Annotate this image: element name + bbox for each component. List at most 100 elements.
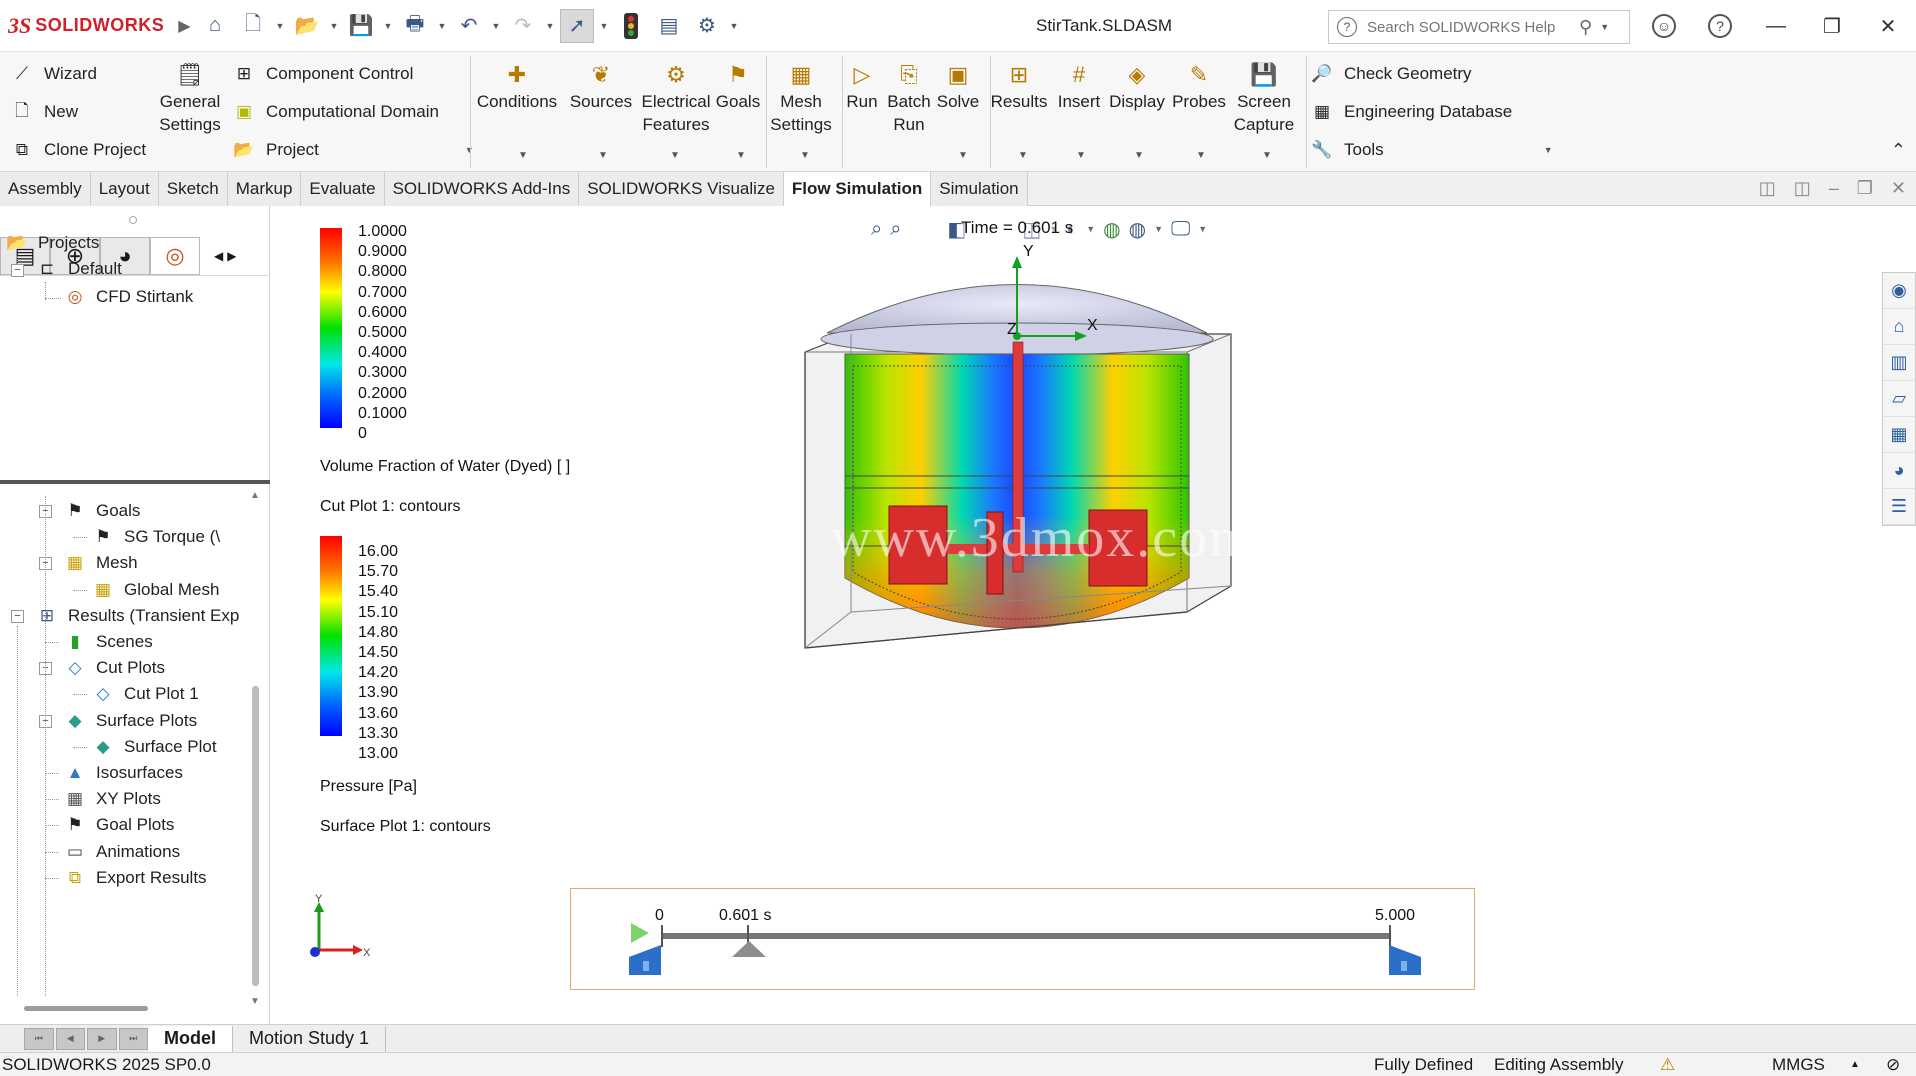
ribbon-check-geometry[interactable]: 🔎 Check Geometry: [1310, 59, 1471, 89]
chevron-down-icon[interactable]: ▼: [1134, 150, 1144, 161]
chevron-down-icon[interactable]: ▼: [800, 150, 810, 161]
chevron-down-icon[interactable]: ▼: [1076, 150, 1086, 161]
design-library-icon[interactable]: ▥: [1883, 345, 1915, 381]
chevron-down-icon[interactable]: ▼: [328, 21, 340, 31]
restore-icon[interactable]: ❐: [1857, 178, 1873, 199]
ribbon-mesh-button[interactable]: ▦ Mesh Settings: [766, 58, 836, 136]
home-icon[interactable]: ⌂: [1883, 309, 1915, 345]
tree-node-cfd-stirtank[interactable]: ◎ CFD Stirtank: [62, 282, 194, 312]
timeline-end-handle[interactable]: [1389, 945, 1421, 975]
tree-expander[interactable]: −: [11, 609, 24, 623]
chevron-left-icon[interactable]: ◀: [214, 249, 223, 263]
chevron-down-icon[interactable]: ▼: [1196, 150, 1206, 161]
tab-motion-study-1[interactable]: Motion Study 1: [233, 1025, 387, 1052]
home-icon[interactable]: ⌂: [198, 9, 232, 43]
tab-markup[interactable]: Markup: [227, 172, 302, 206]
scroll-down-icon[interactable]: ▼: [250, 996, 260, 1007]
custom-properties-icon[interactable]: ☰: [1883, 489, 1915, 525]
chevron-down-icon[interactable]: ▼: [518, 150, 528, 161]
status-units[interactable]: MMGS: [1772, 1055, 1825, 1075]
play-icon[interactable]: [631, 923, 649, 943]
timeline-track[interactable]: [661, 933, 1391, 939]
solidworks-resources-icon[interactable]: ◉: [1883, 273, 1915, 309]
ribbon-clone-project[interactable]: ⧉ Clone Project: [10, 135, 146, 165]
timeline-start-handle[interactable]: [629, 945, 661, 975]
ribbon-component-control[interactable]: ⊞ Component Control: [232, 59, 414, 89]
ribbon-wizard[interactable]: ⟋ Wizard: [10, 59, 97, 89]
first-tab-icon[interactable]: ⏮: [24, 1027, 54, 1050]
minimize-icon[interactable]: —: [1748, 0, 1804, 52]
help-search-input[interactable]: [1367, 18, 1577, 36]
help-icon[interactable]: ?: [1692, 0, 1748, 52]
solidworks-logo[interactable]: 3S SOLIDWORKS ▶: [8, 13, 191, 39]
next-tab-icon[interactable]: ▶: [87, 1027, 117, 1050]
graphics-area[interactable]: 1.0000 0.9000 0.8000 0.7000 0.6000 0.5000 0.40…: [271, 206, 1916, 1024]
tab-evaluate[interactable]: Evaluate: [301, 172, 385, 206]
save-icon[interactable]: 💾: [344, 9, 378, 43]
ribbon-sources-button[interactable]: ❦ Sources: [566, 58, 636, 113]
rebuild-warning-icon[interactable]: ⚠: [1660, 1055, 1675, 1075]
chevron-down-icon[interactable]: ▼: [670, 150, 680, 161]
ribbon-new[interactable]: 🗋 New: [10, 97, 78, 127]
stir-tank-model[interactable]: Y X Z: [801, 206, 1281, 666]
ribbon-computational-domain[interactable]: ▣ Computational Domain: [232, 97, 439, 127]
chevron-down-icon[interactable]: ▼: [436, 21, 448, 31]
file-properties-icon[interactable]: ▤: [652, 9, 686, 43]
ribbon-insert-button[interactable]: # Insert: [1054, 58, 1104, 113]
ribbon-engineering-database[interactable]: ▦ Engineering Database: [1310, 97, 1512, 127]
ribbon-project[interactable]: 📂Project ▼: [232, 135, 473, 165]
ribbon-probes-button[interactable]: ✎ Probes: [1170, 58, 1228, 113]
chevron-down-icon[interactable]: ▼: [1544, 145, 1553, 155]
close-icon[interactable]: ✕: [1891, 178, 1906, 199]
ribbon-goals-button[interactable]: ⚑ Goals: [710, 58, 766, 113]
undo-icon[interactable]: ↶: [452, 9, 486, 43]
options-gear-icon[interactable]: ⚙: [690, 9, 724, 43]
open-folder-icon[interactable]: 📂: [290, 9, 324, 43]
ribbon-display-button[interactable]: ◈ Display: [1106, 58, 1168, 113]
chevron-down-icon[interactable]: ▼: [274, 21, 286, 31]
tab-solidworks-visualize[interactable]: SOLIDWORKS Visualize: [579, 172, 784, 206]
panel-pin-icon[interactable]: [129, 216, 137, 224]
collapse-ribbon-icon[interactable]: ⌃: [1891, 140, 1906, 161]
ribbon-general-settings[interactable]: 🗒 General Settings: [156, 58, 224, 136]
rebuild-traffic-light-icon[interactable]: [614, 9, 648, 43]
ribbon-run-button[interactable]: ▷ Run: [842, 58, 882, 113]
ribbon-results-button[interactable]: ⊞ Results: [990, 58, 1048, 113]
chevron-down-icon[interactable]: ▼: [1600, 22, 1609, 32]
panel-right-icon[interactable]: ◫: [1794, 178, 1811, 199]
panel-left-icon[interactable]: ◫: [1759, 178, 1776, 199]
tab-assembly[interactable]: Assembly: [0, 172, 91, 206]
expand-menu-icon[interactable]: ▶: [178, 16, 190, 36]
panel-splitter[interactable]: [0, 480, 270, 484]
chevron-down-icon[interactable]: ▼: [958, 150, 968, 161]
chevron-down-icon[interactable]: ▼: [490, 21, 502, 31]
chevron-right-icon[interactable]: ▶: [227, 249, 236, 263]
chevron-down-icon[interactable]: ▼: [598, 150, 608, 161]
ribbon-electrical-button[interactable]: ⚙ Electrical Features: [636, 58, 716, 136]
ribbon-batch-button[interactable]: ⎘ Batch Run: [886, 58, 932, 136]
tree-node-export-results[interactable]: ⧉ Export Results: [62, 863, 207, 893]
tab-sketch[interactable]: Sketch: [158, 172, 228, 206]
tree-vertical-scrollbar[interactable]: ▲ ▼: [250, 490, 262, 1007]
select-pointer-icon[interactable]: ➚: [560, 8, 594, 43]
tab-simulation[interactable]: Simulation: [931, 172, 1028, 206]
ribbon-screen-capture-button[interactable]: 💾 Screen Capture: [1230, 58, 1298, 136]
chevron-down-icon[interactable]: ▼: [598, 21, 610, 31]
search-icon[interactable]: ⚲: [1579, 17, 1592, 38]
prev-tab-icon[interactable]: ◀: [55, 1027, 85, 1050]
flow-analysis-tree-icon[interactable]: ◎: [150, 236, 200, 275]
timeline-current-marker[interactable]: [731, 941, 766, 957]
last-tab-icon[interactable]: ⏭: [118, 1027, 148, 1050]
tab-layout[interactable]: Layout: [90, 172, 159, 206]
customize-status-icon[interactable]: ⊘: [1886, 1055, 1900, 1075]
tab-flow-simulation[interactable]: Flow Simulation: [783, 172, 932, 206]
ribbon-conditions-button[interactable]: ✚ Conditions: [474, 58, 560, 113]
scroll-thumb[interactable]: [252, 686, 259, 986]
user-account-icon[interactable]: ☺: [1636, 0, 1692, 52]
tree-node-default[interactable]: ⊏ Default: [34, 254, 122, 284]
restore-icon[interactable]: ❐: [1804, 0, 1860, 52]
tree-expander[interactable]: −: [11, 264, 24, 277]
scroll-up-icon[interactable]: ▲: [250, 490, 260, 501]
print-icon[interactable]: 🖶: [398, 9, 432, 43]
chevron-up-icon[interactable]: ▲: [1850, 1059, 1860, 1070]
